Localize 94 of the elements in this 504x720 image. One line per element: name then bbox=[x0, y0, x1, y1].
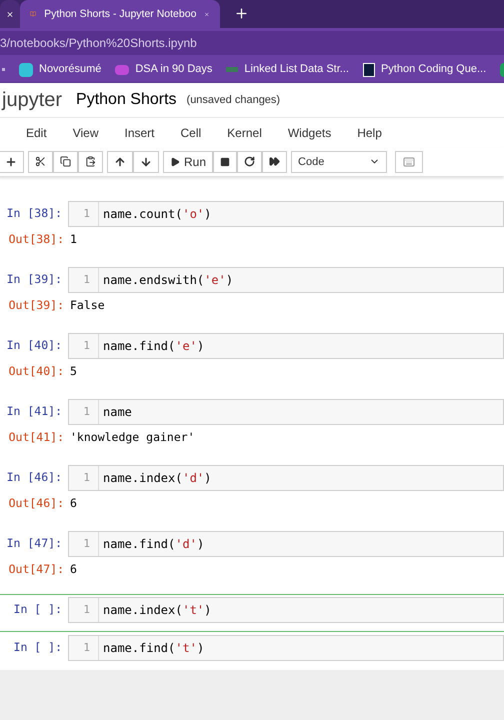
copy-icon bbox=[60, 156, 71, 168]
bookmark-link[interactable]: DSA in 90 Days bbox=[135, 61, 212, 78]
run-all-button[interactable] bbox=[262, 150, 288, 173]
menu-item[interactable]: Edit bbox=[26, 124, 47, 142]
code-input-field[interactable]: 1 name.endswith('e') bbox=[68, 267, 504, 294]
browser-tab[interactable]: Python Shorts - Jupyter Noteboo bbox=[20, 0, 220, 28]
input-prompt: In [ ]: bbox=[12, 639, 63, 656]
scissors-icon bbox=[35, 156, 46, 168]
bookmark-icon bbox=[226, 67, 238, 72]
menu-item[interactable]: Cell bbox=[180, 124, 202, 142]
code-input-field[interactable]: 1 name.count('o') bbox=[68, 201, 504, 228]
paste-button[interactable] bbox=[78, 150, 103, 173]
arrow-down-icon bbox=[140, 156, 152, 168]
line-number: 1 bbox=[69, 268, 99, 292]
input-prompt: In [47]: bbox=[6, 535, 63, 552]
output-prompt: Out[40]: bbox=[8, 363, 65, 380]
code-input-field[interactable]: 1 name.find('t') bbox=[68, 635, 504, 662]
code-input-field[interactable]: 1 name.index('d') bbox=[68, 465, 504, 492]
stop-icon bbox=[220, 156, 230, 167]
code-text: name.index('t') bbox=[103, 603, 212, 618]
output-prompt: Out[41]: bbox=[8, 429, 65, 446]
code-text: name.index('d') bbox=[103, 471, 212, 486]
input-prompt: In [ ]: bbox=[12, 601, 63, 618]
arrow-up-icon bbox=[114, 156, 126, 168]
input-prompt: In [38]: bbox=[6, 205, 63, 222]
output-text: 6 bbox=[69, 561, 77, 578]
notebook-cell[interactable]: In [46]: 1 name.index('d') Out[46]: 6 bbox=[0, 462, 504, 528]
cut-button[interactable] bbox=[28, 150, 53, 173]
line-number: 1 bbox=[69, 202, 99, 226]
code-input-field[interactable]: 1 name.find('d') bbox=[68, 531, 504, 558]
line-number: 1 bbox=[69, 532, 99, 556]
notebook-cell[interactable]: In [38]: 1 name.count('o') Out[38]: 1 bbox=[0, 198, 504, 264]
copy-button[interactable] bbox=[53, 150, 78, 173]
output-prompt: Out[38]: bbox=[8, 231, 65, 248]
input-prompt: In [46]: bbox=[6, 469, 63, 486]
stop-button[interactable] bbox=[213, 150, 238, 173]
notebook-cell[interactable]: In [40]: 1 name.find('e') Out[40]: 5 bbox=[0, 330, 504, 396]
line-number: 1 bbox=[69, 334, 99, 358]
output-text: 6 bbox=[69, 495, 77, 512]
menu-item[interactable]: Insert bbox=[124, 124, 154, 142]
notebook-cell[interactable]: In [ ]: 1 name.find('t') bbox=[0, 632, 504, 670]
code-input-field[interactable]: 1 name.find('e') bbox=[68, 333, 504, 360]
input-prompt: In [39]: bbox=[6, 271, 63, 288]
output-text: False bbox=[69, 297, 105, 314]
input-prompt: In [41]: bbox=[6, 403, 63, 420]
line-number: 1 bbox=[69, 466, 99, 490]
keyboard-button[interactable] bbox=[395, 150, 424, 173]
notebook-cell[interactable]: In [ ]: 1 name.index('t') bbox=[0, 594, 504, 632]
code-text: name.find('t') bbox=[103, 641, 204, 656]
code-input-field[interactable]: 1 name.index('t') bbox=[68, 597, 504, 624]
bookmark-link[interactable]: Linked List Data Str... bbox=[244, 61, 349, 78]
run-button[interactable]: Run bbox=[163, 150, 214, 173]
input-prompt: In [40]: bbox=[6, 337, 63, 354]
play-icon bbox=[170, 156, 180, 167]
output-prompt: Out[46]: bbox=[8, 495, 65, 512]
move-up-button[interactable] bbox=[107, 150, 133, 173]
output-text: 1 bbox=[69, 231, 77, 248]
notebook-cell[interactable]: In [41]: 1 name Out[41]: 'knowledge gainer' bbox=[0, 396, 504, 462]
code-text: name.find('d') bbox=[103, 537, 204, 552]
address-field[interactable]: 3/notebooks/Python%20Shorts.ipynb bbox=[0, 30, 504, 55]
keyboard-icon bbox=[403, 156, 416, 168]
line-number: 1 bbox=[69, 598, 99, 622]
code-text: name.find('e') bbox=[103, 339, 204, 354]
line-number: 1 bbox=[69, 636, 99, 660]
restart-button[interactable] bbox=[237, 150, 262, 173]
code-input-field[interactable]: 1 name bbox=[68, 399, 504, 426]
output-prompt: Out[39]: bbox=[8, 297, 65, 314]
menu-item[interactable]: Kernel bbox=[227, 124, 262, 142]
fast-forward-icon bbox=[269, 156, 280, 168]
output-text: 'knowledge gainer' bbox=[69, 429, 195, 446]
menu-item[interactable]: Widgets bbox=[288, 124, 332, 142]
cell-type-select[interactable]: Code bbox=[291, 150, 388, 173]
output-text: 5 bbox=[69, 363, 77, 380]
move-down-button[interactable] bbox=[133, 150, 159, 173]
notebook-title[interactable]: Python Shorts bbox=[76, 88, 177, 112]
output-prompt: Out[47]: bbox=[8, 561, 65, 578]
line-number: 1 bbox=[69, 400, 99, 424]
code-text: name.endswith('e') bbox=[103, 273, 234, 288]
menu-item[interactable]: View bbox=[72, 124, 98, 142]
notebook-cell[interactable]: In [47]: 1 name.find('d') Out[47]: 6 bbox=[0, 528, 504, 594]
code-text: name bbox=[103, 405, 132, 420]
insert-cell-button[interactable] bbox=[0, 150, 24, 173]
menu-item[interactable]: Help bbox=[357, 124, 382, 142]
restart-icon bbox=[244, 156, 256, 168]
browser-tab[interactable] bbox=[0, 0, 20, 28]
clipboard-icon bbox=[85, 156, 96, 168]
code-text: name.count('o') bbox=[103, 207, 212, 222]
new-tab-icon[interactable] bbox=[234, 6, 249, 22]
notebook-cell[interactable]: In [39]: 1 name.endswith('e') Out[39]: False bbox=[0, 264, 504, 330]
square-icon bbox=[362, 62, 375, 77]
save-status: (unsaved changes) bbox=[186, 93, 280, 108]
bookmark-link[interactable]: Python Coding Que... bbox=[380, 61, 486, 78]
jupyter-logo[interactable]: jupyter bbox=[2, 85, 62, 116]
bookmark-link[interactable]: Novorésumé bbox=[39, 61, 102, 78]
